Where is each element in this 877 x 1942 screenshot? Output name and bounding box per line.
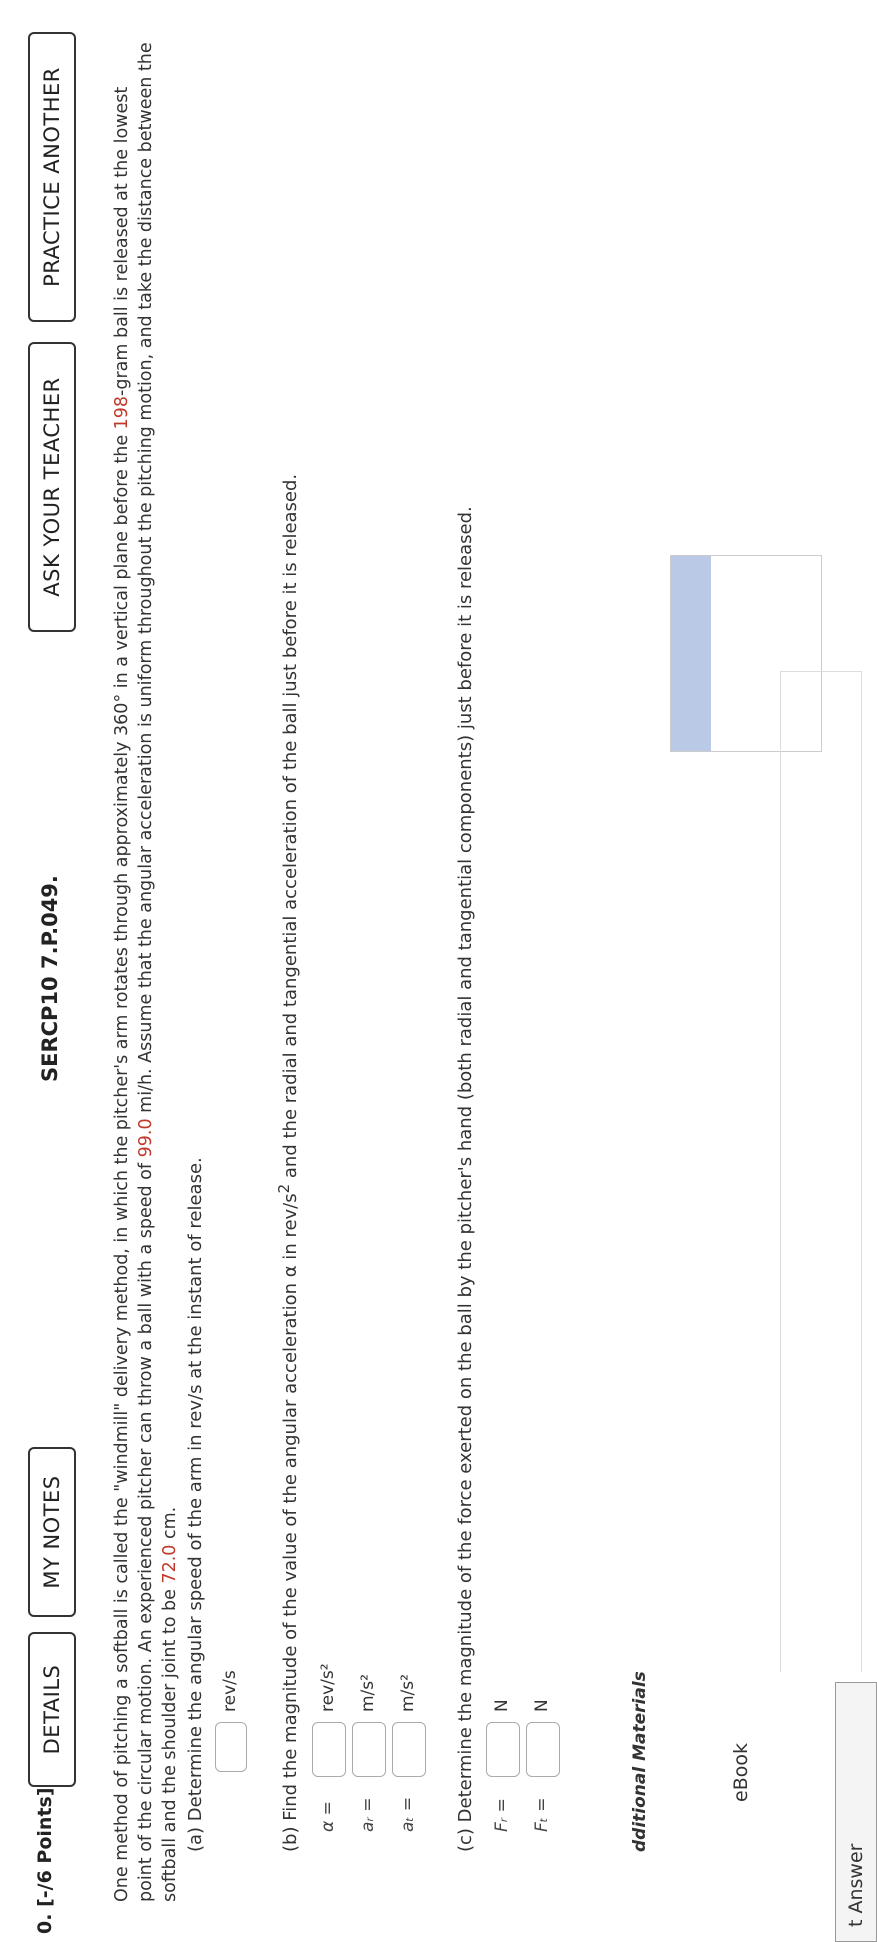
radial-force-input[interactable]: [486, 1722, 520, 1777]
alpha-input[interactable]: [312, 1722, 346, 1777]
alpha-label: α =: [318, 1801, 338, 1832]
radial-force-unit: N: [492, 1699, 512, 1712]
alpha-unit: rev/s²: [318, 1663, 338, 1712]
distance-value: 72.0: [160, 1544, 180, 1584]
additional-materials-heading: dditional Materials: [630, 1671, 650, 1852]
question-number: 0. [-/6 Points]: [34, 1787, 56, 1934]
part-a-prompt: (a) Determine the angular speed of the a…: [185, 1157, 206, 1852]
side-panel-header: [671, 556, 711, 751]
tangential-force-label: Fₜ =: [532, 1797, 552, 1832]
part-a-unit: rev/s: [220, 1670, 240, 1712]
tangential-accel-input[interactable]: [392, 1722, 426, 1777]
part-b-prompt: (b) Find the magnitude of the value of t…: [275, 473, 301, 1852]
tangential-force-input[interactable]: [526, 1722, 560, 1777]
answer-area: [780, 671, 862, 1672]
part-a-answer-input[interactable]: [215, 1722, 247, 1772]
submit-answer-button[interactable]: t Answer: [835, 1682, 877, 1942]
my-notes-button[interactable]: MY NOTES: [28, 1447, 76, 1617]
speed-value: 99.0: [136, 1118, 156, 1158]
question-header: 0. [-/6 Points] DETAILS MY NOTES SERCP10…: [8, 0, 88, 1942]
question-page: 0. [-/6 Points] DETAILS MY NOTES SERCP10…: [0, 0, 877, 1942]
practice-another-button[interactable]: PRACTICE ANOTHER: [28, 32, 76, 322]
radial-accel-label: aᵣ =: [358, 1797, 378, 1832]
radial-accel-input[interactable]: [352, 1722, 386, 1777]
question-code: SERCP10 7.P.049.: [38, 875, 62, 1082]
details-button[interactable]: DETAILS: [28, 1632, 76, 1787]
radial-accel-unit: m/s²: [358, 1674, 378, 1712]
tangential-accel-label: aₜ =: [398, 1796, 418, 1832]
problem-statement: One method of pitching a softball is cal…: [112, 42, 180, 1902]
tangential-force-unit: N: [532, 1699, 552, 1712]
ebook-link[interactable]: eBook: [730, 1743, 752, 1802]
tangential-accel-unit: m/s²: [398, 1674, 418, 1712]
points-label: [-/6 Points]: [34, 1787, 56, 1907]
mass-value: 198: [112, 395, 132, 430]
ask-your-teacher-button[interactable]: ASK YOUR TEACHER: [28, 342, 76, 632]
radial-force-label: Fᵣ =: [492, 1798, 512, 1832]
part-c-prompt: (c) Determine the magnitude of the force…: [455, 506, 476, 1852]
